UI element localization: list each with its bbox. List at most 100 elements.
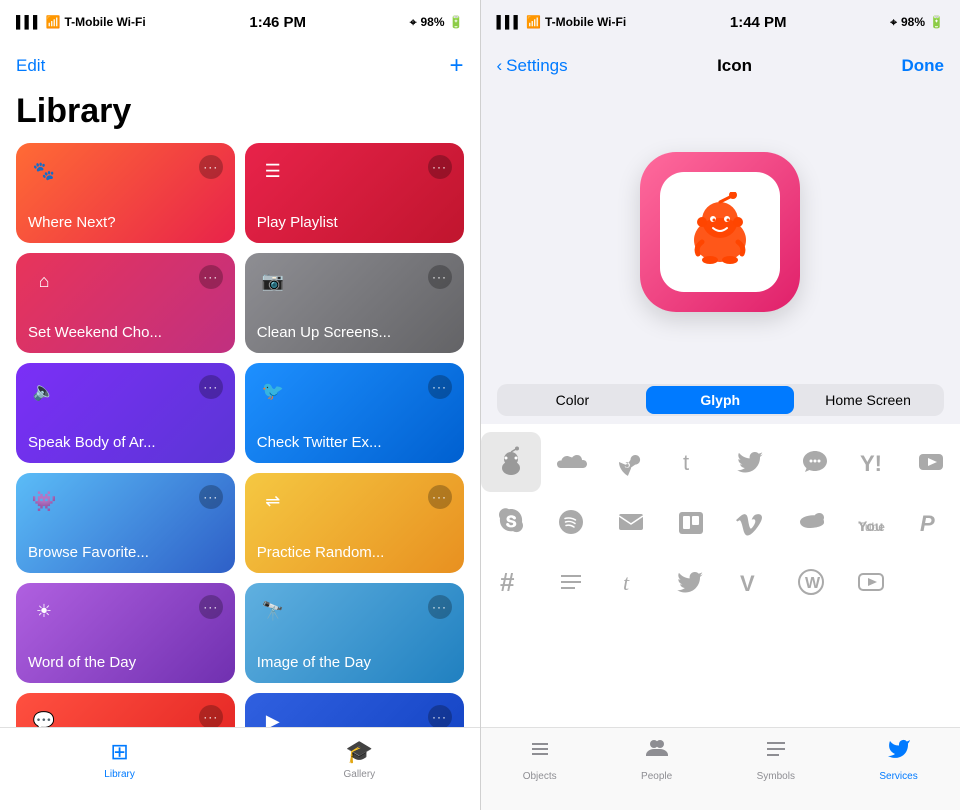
glyph-weibo[interactable]	[781, 492, 841, 552]
shortcut-card-speak-body[interactable]: 🔈 ··· Speak Body of Ar...	[16, 363, 235, 463]
tab-gallery-label: Gallery	[343, 769, 375, 780]
right-nav: ‹ Settings Icon Done	[481, 44, 960, 88]
more-dots-icon: ···	[432, 380, 447, 394]
glyph-twitter-alt[interactable]	[661, 552, 721, 612]
glyph-skype[interactable]	[481, 492, 541, 552]
tab-objects-label: Objects	[523, 771, 557, 782]
svg-text:t: t	[623, 570, 630, 595]
tab-people[interactable]: People	[641, 737, 672, 782]
segment-glyph[interactable]: Glyph	[646, 386, 794, 414]
tab-library-label: Library	[104, 769, 135, 780]
glyph-tumblr[interactable]: t	[661, 432, 721, 492]
objects-icon	[528, 737, 552, 767]
card-label-image-of-day: Image of the Day	[257, 654, 452, 671]
glyph-youtube-outline[interactable]	[841, 552, 901, 612]
shortcut-card-watch[interactable]: ▶ ··· Watch Voyag...	[245, 693, 464, 727]
card-label-play-playlist: Play Playlist	[257, 214, 452, 231]
shortcut-card-check-twitter[interactable]: 🐦 ··· Check Twitter Ex...	[245, 363, 464, 463]
card-more-check-twitter[interactable]: ···	[428, 375, 452, 399]
tab-gallery[interactable]: 🎓 Gallery	[343, 739, 375, 780]
gallery-icon: 🎓	[346, 739, 373, 765]
card-more-translate[interactable]: ···	[199, 705, 223, 727]
shortcut-card-translate[interactable]: 💬 ··· Translate Selection	[16, 693, 235, 727]
shortcut-card-image-of-day[interactable]: 🔭 ··· Image of the Day	[245, 583, 464, 683]
card-icon-image-of-day: 🔭	[257, 595, 289, 627]
glyph-soundcloud[interactable]	[541, 432, 601, 492]
tab-services-label: Services	[879, 771, 917, 782]
library-grid-icon: ⊞	[110, 739, 128, 765]
glyph-steam[interactable]	[601, 432, 661, 492]
battery-icon: 🔋	[449, 15, 464, 29]
glyph-wordpress[interactable]: W	[781, 552, 841, 612]
services-icon	[887, 737, 911, 767]
shortcut-card-browse-fav[interactable]: 👾 ··· Browse Favorite...	[16, 473, 235, 573]
card-more-word-of-day[interactable]: ···	[199, 595, 223, 619]
card-top: 🔈 ···	[28, 375, 223, 407]
card-label-word-of-day: Word of the Day	[28, 654, 223, 671]
shortcut-card-where-next[interactable]: 🐾 ··· Where Next?	[16, 143, 235, 243]
segment-control: Color Glyph Home Screen	[497, 384, 945, 416]
reddit-alien-icon	[680, 192, 760, 272]
more-dots-icon: ···	[203, 600, 218, 614]
tab-symbols[interactable]: Symbols	[757, 737, 795, 782]
glyph-mail[interactable]	[601, 492, 661, 552]
battery-icon: 🔋	[929, 15, 944, 29]
svg-text:t: t	[683, 450, 689, 475]
library-title: Library	[0, 88, 480, 143]
glyph-trello[interactable]	[661, 492, 721, 552]
segment-home-screen[interactable]: Home Screen	[794, 386, 942, 414]
card-more-practice-random[interactable]: ···	[428, 485, 452, 509]
card-more-browse-fav[interactable]: ···	[199, 485, 223, 509]
back-button[interactable]: ‹ Settings	[497, 56, 568, 76]
right-status-bar: ▌▌▌ 📶 T-Mobile Wi-Fi 1:44 PM ⌖ 98% 🔋	[481, 0, 960, 44]
tab-objects[interactable]: Objects	[523, 737, 557, 782]
done-button[interactable]: Done	[902, 56, 945, 76]
glyph-youtube[interactable]	[901, 432, 960, 492]
card-more-watch[interactable]: ···	[428, 705, 452, 727]
carrier-label: T-Mobile Wi-Fi	[64, 15, 145, 29]
glyph-hashtag[interactable]: #	[481, 552, 541, 612]
glyph-spotify[interactable]	[541, 492, 601, 552]
shortcut-card-set-weekend[interactable]: ⌂ ··· Set Weekend Cho...	[16, 253, 235, 353]
svg-text:#: #	[500, 567, 515, 597]
svg-text:W: W	[805, 575, 821, 592]
card-top: ▶ ···	[257, 705, 452, 727]
shortcut-card-play-playlist[interactable]: ☰ ··· Play Playlist	[245, 143, 464, 243]
shortcut-card-word-of-day[interactable]: ☀ ··· Word of the Day	[16, 583, 235, 683]
add-button[interactable]: +	[449, 54, 463, 78]
glyph-wechat[interactable]	[781, 432, 841, 492]
card-icon-browse-fav: 👾	[28, 485, 60, 517]
glyph-twitter[interactable]	[721, 432, 781, 492]
glyph-reddit[interactable]	[481, 432, 541, 492]
glyph-vimeo[interactable]	[721, 492, 781, 552]
glyph-youtube-alt[interactable]: YouTube	[841, 492, 901, 552]
card-label-set-weekend: Set Weekend Cho...	[28, 324, 223, 341]
more-dots-icon: ···	[203, 270, 218, 284]
glyphs-area: t Y!	[481, 424, 960, 728]
symbols-icon	[764, 737, 788, 767]
glyph-vine[interactable]: V	[721, 552, 781, 612]
glyph-paypal[interactable]: P	[901, 492, 960, 552]
card-more-clean-up[interactable]: ···	[428, 265, 452, 289]
card-top: 👾 ···	[28, 485, 223, 517]
card-more-play-playlist[interactable]: ···	[428, 155, 452, 179]
tab-services[interactable]: Services	[879, 737, 917, 782]
card-more-where-next[interactable]: ···	[199, 155, 223, 179]
segment-color[interactable]: Color	[499, 386, 647, 414]
tab-symbols-label: Symbols	[757, 771, 795, 782]
card-more-set-weekend[interactable]: ···	[199, 265, 223, 289]
glyph-tumblr-alt[interactable]: t	[601, 552, 661, 612]
edit-button[interactable]: Edit	[16, 56, 45, 76]
card-more-speak-body[interactable]: ···	[199, 375, 223, 399]
card-more-image-of-day[interactable]: ···	[428, 595, 452, 619]
right-status-signal: ▌▌▌ 📶 T-Mobile Wi-Fi	[497, 15, 627, 29]
tab-library[interactable]: ⊞ Library	[104, 739, 135, 780]
glyph-list-alt[interactable]	[541, 552, 601, 612]
battery-label: 98%	[901, 15, 925, 29]
shortcut-card-clean-up[interactable]: 📷 ··· Clean Up Screens...	[245, 253, 464, 353]
shortcut-card-practice-random[interactable]: ⇌ ··· Practice Random...	[245, 473, 464, 573]
right-panel: ▌▌▌ 📶 T-Mobile Wi-Fi 1:44 PM ⌖ 98% 🔋 ‹ S…	[481, 0, 960, 810]
glyph-yahoo[interactable]: Y!	[841, 432, 901, 492]
left-top-bar: Edit +	[0, 44, 480, 88]
card-icon-word-of-day: ☀	[28, 595, 60, 627]
